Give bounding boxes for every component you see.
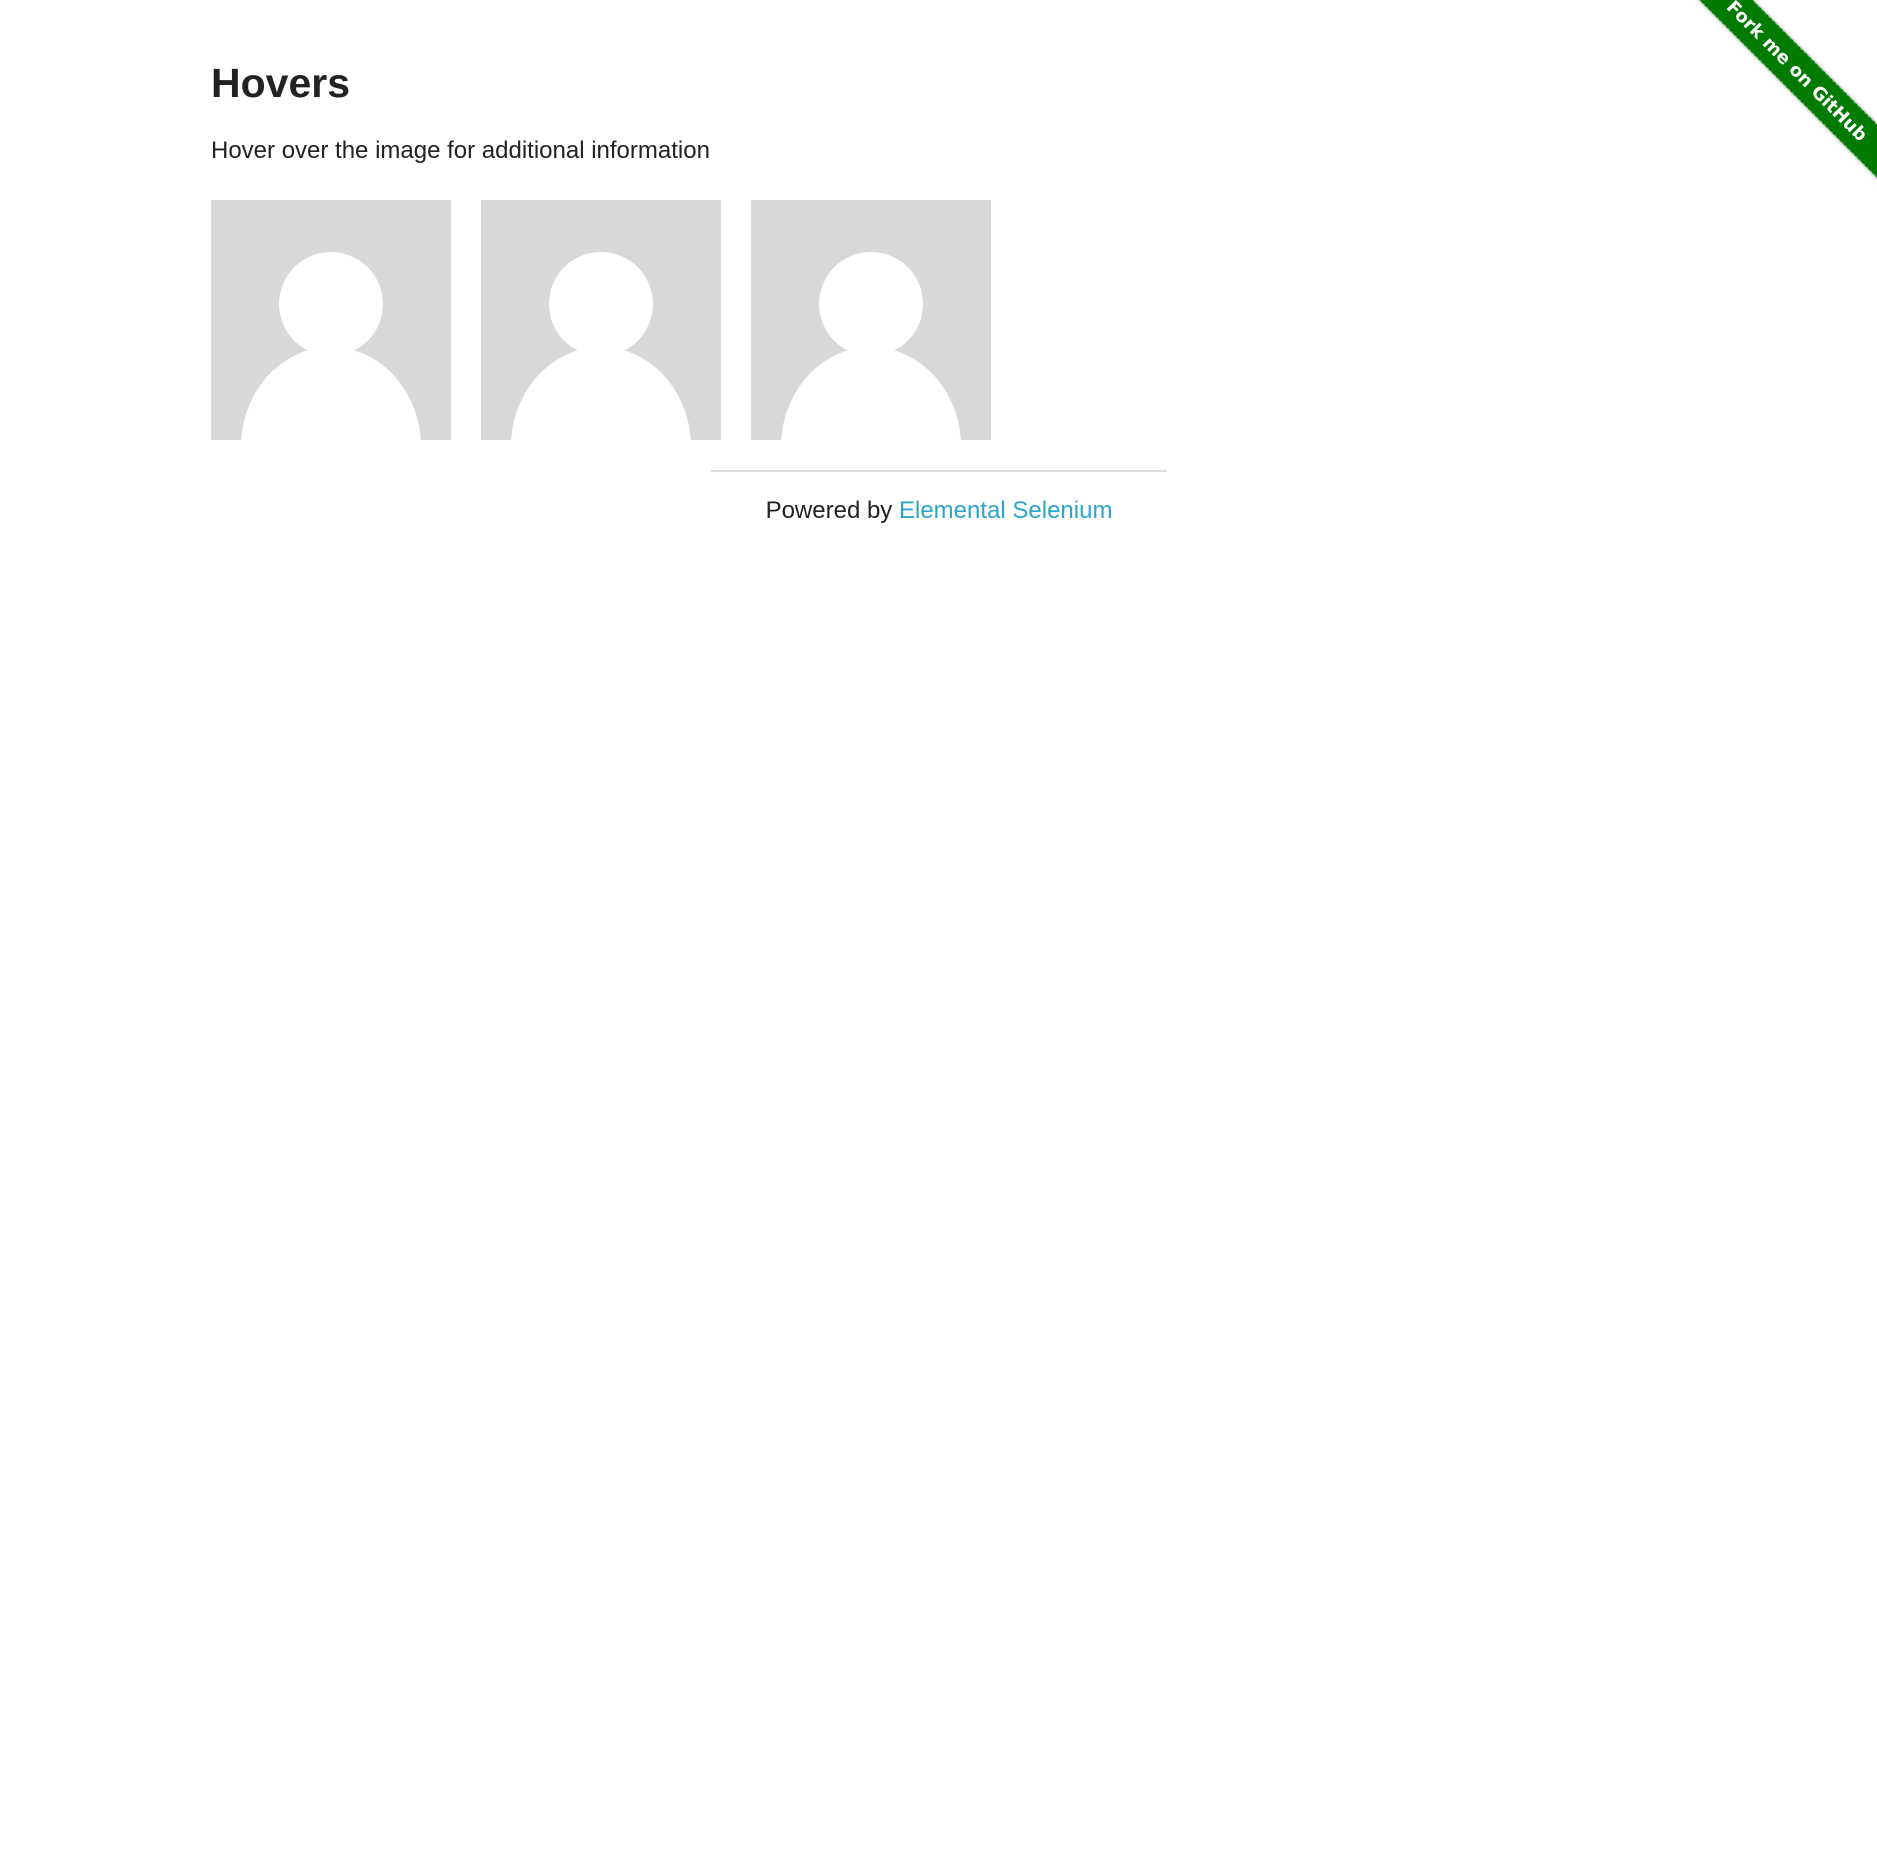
footer-prefix: Powered by [765, 497, 893, 524]
github-ribbon-container: Fork me on GitHub [1667, 0, 1877, 210]
user-figure-3[interactable] [751, 200, 991, 440]
avatar-head [279, 252, 383, 356]
page-title: Hovers [211, 60, 351, 106]
avatar-shoulders [781, 347, 961, 440]
user-figure-2[interactable] [481, 200, 721, 440]
avatar-shoulders [511, 347, 691, 440]
elemental-selenium-link[interactable]: Elemental Selenium [899, 497, 1112, 524]
fork-me-on-github-ribbon[interactable]: Fork me on GitHub [1677, 0, 1877, 191]
instructions-text: Hover over the image for additional info… [211, 137, 710, 164]
avatar-shoulders [241, 347, 421, 440]
user-figure-1[interactable] [211, 200, 451, 440]
footer-divider [711, 470, 1167, 472]
avatar-head [819, 252, 923, 356]
avatar-head [549, 252, 653, 356]
page-footer: Powered by Elemental Selenium [711, 494, 1167, 528]
